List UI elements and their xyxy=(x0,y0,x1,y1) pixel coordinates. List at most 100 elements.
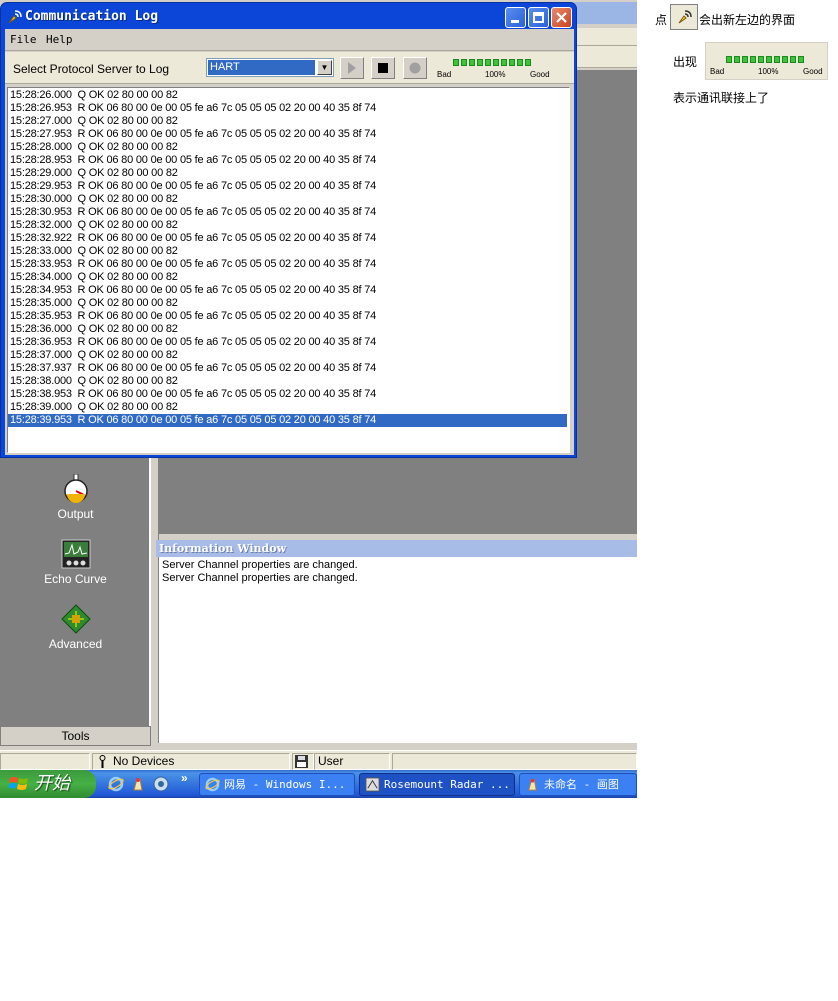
dropdown-arrow-icon[interactable]: ▼ xyxy=(317,60,332,75)
log-row[interactable]: 15:28:29.953 R OK 06 80 00 0e 00 05 fe a… xyxy=(10,180,376,193)
log-row[interactable]: 15:28:37.937 R OK 06 80 00 0e 00 05 fe a… xyxy=(10,362,376,375)
tool-echo-curve[interactable]: Echo Curve xyxy=(0,539,151,586)
quicklaunch-overflow[interactable]: » xyxy=(181,771,188,785)
log-row[interactable]: 15:28:32.000 Q OK 02 80 00 00 82 xyxy=(10,219,178,232)
ie-quicklaunch-icon[interactable] xyxy=(108,776,124,792)
tools-tab[interactable]: Tools xyxy=(0,726,151,746)
log-row[interactable]: 15:28:33.953 R OK 06 80 00 0e 00 05 fe a… xyxy=(10,258,376,271)
quality-segment xyxy=(525,59,531,66)
app-quicklaunch-icon[interactable] xyxy=(153,776,169,792)
tool-advanced-label: Advanced xyxy=(48,637,103,651)
floppy-disk-icon xyxy=(295,755,308,768)
log-row[interactable]: 15:28:27.953 R OK 06 80 00 0e 00 05 fe a… xyxy=(10,128,376,141)
paint-quicklaunch-icon[interactable] xyxy=(130,776,146,792)
info-line: Server Channel properties are changed. xyxy=(162,572,358,584)
log-row[interactable]: 15:28:36.000 Q OK 02 80 00 00 82 xyxy=(10,323,178,336)
information-window-title: Information Window xyxy=(156,540,637,557)
information-window-body: Server Channel properties are changed. S… xyxy=(158,557,637,743)
quality-segment xyxy=(774,56,780,63)
dialog-title: Communication Log xyxy=(25,9,159,24)
tool-output-label: Output xyxy=(57,507,94,521)
menu-file[interactable]: File xyxy=(10,33,37,46)
minimize-icon xyxy=(511,20,519,23)
log-row[interactable]: 15:28:39.000 Q OK 02 80 00 00 82 xyxy=(10,401,178,414)
log-row[interactable]: 15:28:32.922 R OK 06 80 00 0e 00 05 fe a… xyxy=(10,232,376,245)
quality-segment xyxy=(493,59,499,66)
paint-icon xyxy=(528,778,537,791)
log-row[interactable]: 15:28:30.953 R OK 06 80 00 0e 00 05 fe a… xyxy=(10,206,376,219)
quality-segment xyxy=(758,56,764,63)
log-row[interactable]: 15:28:30.000 Q OK 02 80 00 00 82 xyxy=(10,193,178,206)
communication-log-dialog: Communication Log File Help Select Proto… xyxy=(0,2,577,458)
log-row[interactable]: 15:28:28.953 R OK 06 80 00 0e 00 05 fe a… xyxy=(10,154,376,167)
start-button[interactable]: 开始 xyxy=(0,770,96,798)
quality-good-label: Good xyxy=(530,70,550,79)
close-icon xyxy=(556,12,567,23)
status-pane-save xyxy=(292,753,314,770)
quality-segment xyxy=(509,59,515,66)
radar-app-icon xyxy=(365,777,380,792)
annotation-comm-log-button xyxy=(670,4,698,30)
quality-segment xyxy=(798,56,804,63)
status-devices-text: No Devices xyxy=(113,754,175,768)
signal-quality-bar: Bad 100% Good xyxy=(437,59,555,79)
log-row[interactable]: 15:28:33.000 Q OK 02 80 00 00 82 xyxy=(10,245,178,258)
taskbar-item-paint[interactable]: 未命名 - 画图 xyxy=(519,773,637,796)
dialog-menubar: File Help xyxy=(5,29,574,51)
stop-icon xyxy=(378,63,388,73)
quality-segment xyxy=(517,59,523,66)
log-row[interactable]: 15:28:38.000 Q OK 02 80 00 00 82 xyxy=(10,375,178,388)
status-user: User xyxy=(314,753,390,770)
tool-echo-curve-label: Echo Curve xyxy=(44,572,107,586)
record-icon xyxy=(409,62,421,74)
annotation-quality-meter: Bad 100% Good xyxy=(710,56,828,76)
annotation-appears: 出现 xyxy=(673,55,698,69)
taskbar-item-rosemount[interactable]: Rosemount Radar ... xyxy=(359,773,515,796)
log-row[interactable]: 15:28:26.000 Q OK 02 80 00 00 82 xyxy=(10,89,178,102)
record-button[interactable] xyxy=(403,57,427,79)
log-row[interactable]: 15:28:39.953 R OK 06 80 00 0e 00 05 fe a… xyxy=(8,414,567,427)
stop-logging-button[interactable] xyxy=(371,57,395,79)
quality-good-label: Good xyxy=(803,67,823,76)
protocol-server-dropdown[interactable]: HART ▼ xyxy=(206,58,334,77)
log-row[interactable]: 15:28:26.953 R OK 06 80 00 0e 00 05 fe a… xyxy=(10,102,376,115)
status-pane-devices: No Devices xyxy=(92,753,290,770)
log-row[interactable]: 15:28:38.953 R OK 06 80 00 0e 00 05 fe a… xyxy=(10,388,376,401)
quality-segment xyxy=(461,59,467,66)
tool-advanced[interactable]: Advanced xyxy=(0,604,151,651)
log-row[interactable]: 15:28:34.000 Q OK 02 80 00 00 82 xyxy=(10,271,178,284)
tools-panel: Output Echo Curve Advanced xyxy=(0,458,151,726)
minimize-button[interactable] xyxy=(505,7,526,28)
annotation-quality-bar: Bad 100% Good xyxy=(705,42,828,80)
protocol-select-label: Select Protocol Server to Log xyxy=(13,62,170,76)
tool-output[interactable]: Output xyxy=(0,474,151,521)
log-row[interactable]: 15:28:28.000 Q OK 02 80 00 00 82 xyxy=(10,141,178,154)
annotation-connected: 表示通讯联接上了 xyxy=(673,91,770,105)
ie-icon xyxy=(205,777,220,792)
log-row[interactable]: 15:28:27.000 Q OK 02 80 00 00 82 xyxy=(10,115,178,128)
quality-bad-label: Bad xyxy=(437,70,452,79)
taskbar-item-ie[interactable]: 网易 - Windows I... xyxy=(199,773,355,796)
close-button[interactable] xyxy=(551,7,572,28)
start-logging-button[interactable] xyxy=(340,57,364,79)
log-row[interactable]: 15:28:37.000 Q OK 02 80 00 00 82 xyxy=(10,349,178,362)
log-row[interactable]: 15:28:35.953 R OK 06 80 00 0e 00 05 fe a… xyxy=(10,310,376,323)
log-row[interactable]: 15:28:35.000 Q OK 02 80 00 00 82 xyxy=(10,297,178,310)
gauge-icon xyxy=(63,474,88,503)
quality-segment xyxy=(734,56,740,63)
log-row[interactable]: 15:28:36.953 R OK 06 80 00 0e 00 05 fe a… xyxy=(10,336,376,349)
status-pane-empty xyxy=(0,753,90,770)
comm-log-icon xyxy=(678,10,692,24)
communication-log-list[interactable]: 15:28:26.000 Q OK 02 80 00 00 82 15:28:26… xyxy=(7,87,570,453)
protocol-selected-value: HART xyxy=(208,60,315,75)
windows-logo-icon xyxy=(9,777,28,790)
annotation-new-window: 会出新左边的界面 xyxy=(699,13,796,27)
dialog-toolbar: Select Protocol Server to Log HART ▼ Bad… xyxy=(5,52,574,84)
log-row[interactable]: 15:28:34.953 R OK 06 80 00 0e 00 05 fe a… xyxy=(10,284,376,297)
quality-mid-label: 100% xyxy=(485,70,506,79)
maximize-icon xyxy=(533,12,544,23)
maximize-button[interactable] xyxy=(528,7,549,28)
annotation-click: 点 xyxy=(655,13,668,27)
log-row[interactable]: 15:28:29.000 Q OK 02 80 00 00 82 xyxy=(10,167,178,180)
menu-help[interactable]: Help xyxy=(46,33,73,46)
